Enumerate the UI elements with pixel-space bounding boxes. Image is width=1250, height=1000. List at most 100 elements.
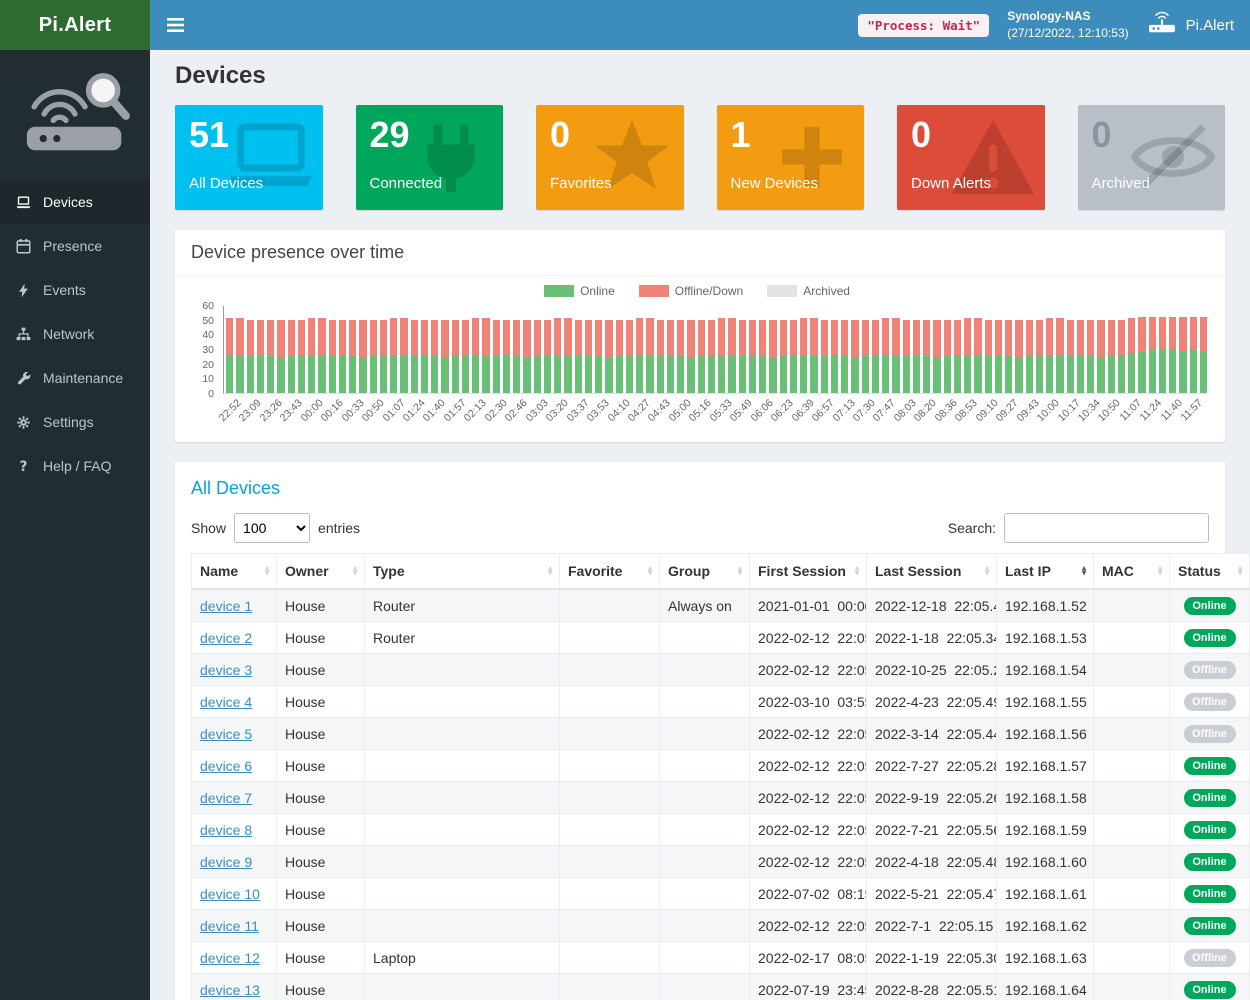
column-header-name[interactable]: Name ▲▼: [192, 554, 277, 590]
bar-segment-online: [974, 356, 981, 393]
search-control: Search:: [948, 513, 1209, 543]
summary-card-connected[interactable]: 29Connected: [356, 105, 504, 210]
bar-segment-online: [923, 356, 930, 393]
sidebar-item-help-faq[interactable]: ?Help / FAQ: [0, 444, 150, 488]
cell-owner: House: [277, 942, 365, 974]
chart-body: OnlineOffline/DownArchived 0102030405060…: [175, 276, 1225, 442]
summary-card-down-alerts[interactable]: 0Down Alerts: [897, 105, 1045, 210]
cell-type: [365, 814, 560, 846]
status-badge: Offline: [1184, 725, 1236, 743]
cell-favorite: [560, 750, 660, 782]
bar-segment-offline: [1169, 317, 1176, 351]
bar-segment-online: [1097, 358, 1104, 393]
cell-first-session: 2022-07-02 08:15: [750, 878, 867, 910]
bar-segment-offline: [431, 320, 438, 357]
column-header-last-session[interactable]: Last Session▲▼: [867, 554, 997, 590]
sort-icon[interactable]: ▲▼: [263, 566, 271, 577]
column-header-status[interactable]: Status▲▼: [1170, 554, 1250, 590]
column-header-last-ip[interactable]: Last IP▲▼: [997, 554, 1094, 590]
column-header-label: Name: [200, 563, 238, 579]
device-link[interactable]: device 13: [200, 982, 260, 998]
chart-bar: [841, 320, 848, 393]
device-link[interactable]: device 9: [200, 854, 252, 870]
legend-item-offline-down[interactable]: Offline/Down: [639, 284, 743, 298]
host-info: Synology-NAS (27/12/2022, 12:10:53): [1007, 8, 1128, 42]
sort-icon[interactable]: ▲▼: [646, 566, 654, 577]
bar-segment-offline: [472, 318, 479, 355]
chart-bar: [554, 318, 561, 393]
sidebar-item-maintenance[interactable]: Maintenance: [0, 356, 150, 400]
sort-icon[interactable]: ▲▼: [1080, 566, 1088, 577]
sidebar-item-devices[interactable]: Devices: [0, 180, 150, 224]
summary-card-all-devices[interactable]: 51All Devices: [175, 105, 323, 210]
bar-segment-offline: [657, 320, 664, 357]
bar-segment-online: [903, 356, 910, 393]
legend-item-archived[interactable]: Archived: [767, 284, 850, 298]
sidebar-item-presence[interactable]: Presence: [0, 224, 150, 268]
table-row: device 8House2022-02-12 22:052022-7-21 2…: [192, 814, 1250, 846]
device-link[interactable]: device 5: [200, 726, 252, 742]
device-link[interactable]: device 11: [200, 918, 259, 934]
cell-owner: House: [277, 846, 365, 878]
column-header-favorite[interactable]: Favorite▲▼: [560, 554, 660, 590]
device-link[interactable]: device 7: [200, 790, 252, 806]
column-header-first-session[interactable]: First Session▲▼: [750, 554, 867, 590]
chart-bars: [223, 306, 1207, 394]
sidebar-item-label: Events: [43, 282, 86, 298]
sidebar-item-events[interactable]: Events: [0, 268, 150, 312]
column-header-owner[interactable]: Owner▲▼: [277, 554, 365, 590]
cell-mac: [1094, 782, 1170, 814]
brand-logo[interactable]: Pi.Alert: [0, 0, 150, 50]
column-header-type[interactable]: Type▲▼: [365, 554, 560, 590]
device-link[interactable]: device 2: [200, 630, 252, 646]
device-link[interactable]: device 3: [200, 662, 252, 678]
bar-segment-offline: [493, 320, 500, 357]
bar-segment-online: [390, 355, 397, 393]
legend-label: Online: [580, 284, 615, 298]
bar-segment-online: [493, 356, 500, 393]
chart-bar: [247, 320, 254, 393]
bar-segment-offline: [226, 318, 233, 355]
cell-owner: House: [277, 750, 365, 782]
device-link[interactable]: device 10: [200, 886, 260, 902]
search-input[interactable]: [1004, 513, 1209, 543]
summary-card-archived[interactable]: 0Archived: [1078, 105, 1226, 210]
column-header-mac[interactable]: MAC▲▼: [1094, 554, 1170, 590]
chart-bar: [1046, 318, 1053, 393]
sort-icon[interactable]: ▲▼: [736, 566, 744, 577]
sort-icon[interactable]: ▲▼: [1156, 566, 1164, 577]
legend-item-online[interactable]: Online: [544, 284, 615, 298]
cell-status: Offline: [1170, 686, 1250, 718]
sidebar-item-label: Settings: [43, 414, 94, 430]
bar-segment-offline: [923, 320, 930, 357]
sort-icon[interactable]: ▲▼: [853, 566, 861, 577]
bar-segment-online: [831, 355, 838, 393]
device-link[interactable]: device 6: [200, 758, 252, 774]
bar-segment-offline: [759, 320, 766, 357]
device-link[interactable]: device 4: [200, 694, 252, 710]
summary-card-new-devices[interactable]: 1New Devices: [717, 105, 865, 210]
bar-segment-online: [554, 355, 561, 393]
sort-icon[interactable]: ▲▼: [546, 566, 554, 577]
device-link[interactable]: device 12: [200, 950, 260, 966]
bar-segment-online: [800, 355, 807, 393]
column-header-group[interactable]: Group▲▼: [660, 554, 750, 590]
bar-segment-online: [1036, 355, 1043, 393]
sidebar-item-settings[interactable]: Settings: [0, 400, 150, 444]
device-link[interactable]: device 1: [200, 598, 252, 614]
chart-bar: [882, 318, 889, 393]
device-link[interactable]: device 8: [200, 822, 252, 838]
sort-icon[interactable]: ▲▼: [351, 566, 359, 577]
cell-type: [365, 750, 560, 782]
cell-status: Offline: [1170, 718, 1250, 750]
chart-bar: [585, 320, 592, 393]
summary-card-favorites[interactable]: 0Favorites: [536, 105, 684, 210]
page-length-select[interactable]: 100: [234, 513, 310, 543]
sidebar-item-network[interactable]: Network: [0, 312, 150, 356]
process-status-badge: "Process: Wait": [858, 14, 989, 37]
cell-favorite: [560, 622, 660, 654]
sort-icon[interactable]: ▲▼: [983, 566, 991, 577]
sidebar-toggle-button[interactable]: [150, 0, 201, 50]
bar-segment-offline: [872, 320, 879, 355]
sort-icon[interactable]: ▲▼: [1236, 566, 1244, 577]
